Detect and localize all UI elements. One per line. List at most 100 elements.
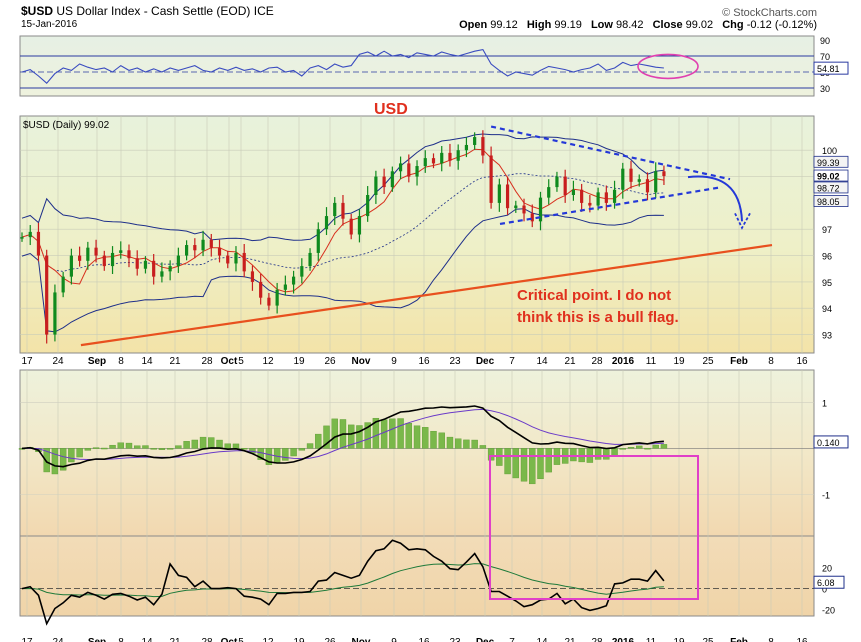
price-bar-body bbox=[621, 168, 625, 190]
price-bar-body bbox=[168, 266, 172, 272]
date-axis-label: 11 bbox=[646, 637, 657, 642]
macd-histogram-bar bbox=[454, 438, 462, 449]
price-bar-body bbox=[94, 247, 98, 256]
date-axis-label: 21 bbox=[564, 356, 576, 367]
price-tick-label: 97 bbox=[822, 225, 832, 235]
date-axis-label: 17 bbox=[21, 356, 33, 367]
price-bar-body bbox=[662, 171, 666, 177]
date-axis-label: 24 bbox=[52, 356, 64, 367]
macd-histogram-bar bbox=[611, 448, 618, 457]
rsi-tick-label: 70 bbox=[820, 52, 830, 62]
macd-last-value: 0.140 bbox=[817, 438, 840, 448]
macd-histogram-bar bbox=[397, 418, 404, 449]
macd-histogram-bar bbox=[430, 430, 437, 449]
price-bar-body bbox=[654, 171, 658, 193]
date-axis-label: 11 bbox=[646, 356, 657, 367]
date-axis-label: 21 bbox=[564, 637, 576, 642]
macd-histogram-bar bbox=[76, 448, 83, 458]
macd-histogram-bar bbox=[652, 444, 659, 449]
date-axis-label: Oct bbox=[221, 356, 238, 367]
price-bar-body bbox=[217, 247, 222, 256]
price-last-value: 99.02 bbox=[817, 172, 840, 182]
price-bar-body bbox=[563, 176, 567, 195]
price-bar-body bbox=[61, 276, 65, 293]
close-label: Close bbox=[652, 19, 683, 31]
price-tick-label: 93 bbox=[822, 331, 832, 341]
ohlc-readout: Open 99.12 High 99.19 Low 98.42 Close 99… bbox=[453, 19, 817, 31]
macd-histogram-bar bbox=[51, 448, 59, 475]
price-bar-body bbox=[135, 258, 139, 269]
price-bar-body bbox=[505, 184, 510, 209]
date-axis-label: Sep bbox=[88, 356, 106, 367]
macd-histogram-bar bbox=[298, 448, 306, 451]
price-bar-body bbox=[36, 231, 41, 256]
lower-last-value: 6.08 bbox=[817, 578, 835, 588]
date-axis-label: 16 bbox=[796, 637, 808, 642]
date-axis-label: 28 bbox=[591, 637, 603, 642]
price-bar-body bbox=[185, 245, 189, 256]
price-bar-body bbox=[522, 205, 526, 214]
macd-histogram-bar bbox=[315, 433, 322, 449]
macd-histogram-bar bbox=[479, 445, 487, 449]
date-axis-label: 14 bbox=[141, 356, 153, 367]
macd-histogram-bar bbox=[405, 423, 413, 449]
price-bar-body bbox=[291, 276, 296, 285]
price-bar-body bbox=[349, 218, 353, 235]
macd-histogram-bar bbox=[644, 447, 651, 450]
price-tick-label: 95 bbox=[822, 278, 832, 288]
macd-histogram-bar bbox=[150, 448, 157, 450]
date-axis-label: 5 bbox=[238, 637, 244, 642]
macd-histogram-bar bbox=[191, 439, 199, 449]
date-axis-label: 16 bbox=[796, 356, 808, 367]
macd-histogram-bar bbox=[232, 443, 240, 449]
price-bar-body bbox=[604, 192, 608, 203]
price-bar-body bbox=[78, 255, 82, 261]
price-bar-body bbox=[415, 166, 419, 177]
macd-histogram-bar bbox=[125, 442, 133, 449]
date-axis-label: 19 bbox=[673, 637, 685, 642]
macd-histogram-bar bbox=[537, 448, 544, 480]
lower-tick-label: 20 bbox=[822, 564, 832, 574]
price-bar-body bbox=[316, 229, 320, 253]
price-bar-body bbox=[481, 137, 485, 156]
macd-histogram-bar bbox=[241, 448, 248, 450]
price-bar-body bbox=[407, 163, 411, 177]
price-bar-body bbox=[209, 239, 213, 248]
macd-histogram-bar bbox=[636, 445, 643, 449]
date-axis-label: 23 bbox=[449, 637, 461, 642]
rsi-last-value: 54.81 bbox=[817, 64, 840, 74]
date-axis-label: Dec bbox=[476, 356, 495, 367]
date-axis-label: 7 bbox=[509, 637, 515, 642]
macd-histogram-bar bbox=[660, 444, 668, 449]
macd-histogram-bar bbox=[92, 447, 100, 449]
date-axis-label: 14 bbox=[536, 637, 548, 642]
macd-histogram-bar bbox=[331, 418, 338, 449]
chg-value: -0.12 (-0.12%) bbox=[746, 19, 817, 31]
open-label: Open bbox=[459, 19, 488, 31]
price-bar-body bbox=[645, 179, 650, 193]
lower-tick-label: -20 bbox=[822, 606, 835, 616]
macd-histogram-bar bbox=[570, 448, 577, 462]
price-panel-title: $USD (Daily) 99.02 bbox=[23, 120, 110, 131]
date-axis-label: 16 bbox=[418, 637, 430, 642]
low-label: Low bbox=[590, 19, 613, 31]
price-bar-body bbox=[110, 252, 115, 267]
date-axis-label: 21 bbox=[169, 356, 181, 367]
macd-histogram-bar bbox=[224, 443, 231, 449]
date-axis-label: 28 bbox=[591, 356, 603, 367]
price-last-value: 98.72 bbox=[817, 183, 840, 193]
date-axis-label: 5 bbox=[238, 356, 244, 367]
date-axis-label: 19 bbox=[293, 356, 305, 367]
price-bar-body bbox=[374, 176, 378, 195]
annotation-line-2: think this is a bull flag. bbox=[517, 309, 679, 326]
date-axis-label: 17 bbox=[21, 637, 33, 642]
price-bar-body bbox=[547, 187, 551, 198]
macd-histogram-bar bbox=[142, 445, 149, 449]
macd-histogram-bar bbox=[380, 419, 388, 449]
date-axis-label: 9 bbox=[391, 356, 397, 367]
date-axis-label: Feb bbox=[730, 356, 748, 367]
date-axis-label: 26 bbox=[324, 637, 336, 642]
price-bar-body bbox=[398, 163, 403, 172]
macd-histogram-bar bbox=[446, 436, 454, 449]
macd-histogram-bar bbox=[603, 448, 610, 460]
